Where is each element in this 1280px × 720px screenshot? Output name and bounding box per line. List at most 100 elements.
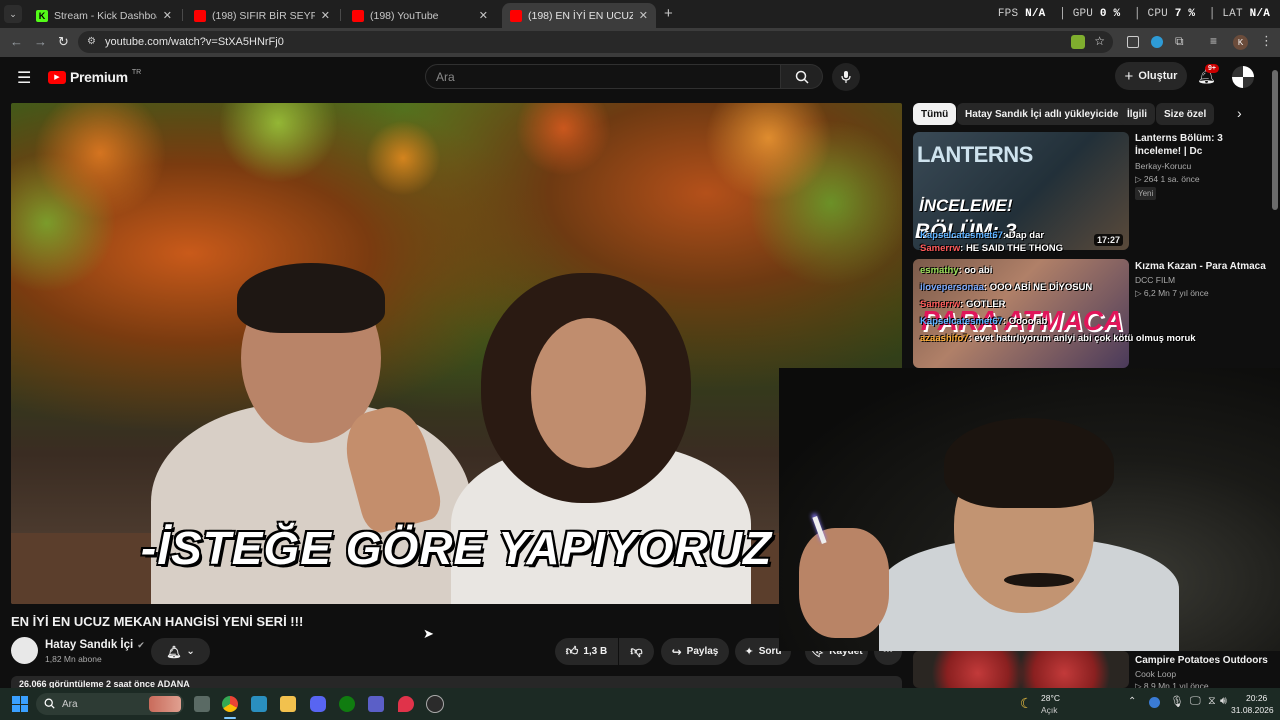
page-scrollbar[interactable] xyxy=(1272,70,1278,210)
notifications-button[interactable]: 🔔︎ 9+ xyxy=(1197,64,1219,86)
close-tab-icon[interactable]: ✕ xyxy=(479,9,488,22)
windows-start-icon[interactable] xyxy=(12,696,28,712)
search-input[interactable]: Ara xyxy=(425,64,781,89)
share-button[interactable]: ↪ Paylaş xyxy=(661,638,729,665)
microphone-icon[interactable]: 🎙︎ xyxy=(1170,695,1184,708)
search-button[interactable] xyxy=(781,64,823,89)
chat-message: Kapselcatesmet67: Oooo ab xyxy=(920,316,1048,327)
voice-search-button[interactable] xyxy=(832,63,860,91)
chip-from-uploader[interactable]: Hatay Sandık İçi adlı yükleyiciden xyxy=(957,103,1133,125)
obs-icon[interactable] xyxy=(427,696,443,712)
windows-taskbar: Ara ☾ 28°C Açık ⌃ 🎙︎ 🖵︎ ⧖ 🔊︎ 20:26 31.08… xyxy=(0,688,1280,720)
person-right-head xyxy=(531,318,646,468)
chevron-right-icon[interactable]: › xyxy=(1237,105,1242,121)
extension-icon[interactable] xyxy=(1151,36,1163,48)
new-tab-button[interactable]: + xyxy=(664,5,673,22)
forward-icon[interactable]: → xyxy=(34,34,47,49)
like-button[interactable]: 👍︎ 1,3 B xyxy=(555,638,618,665)
task-view-icon[interactable] xyxy=(194,696,210,712)
chip-all[interactable]: Tümü xyxy=(913,103,957,125)
bookmark-star-icon[interactable]: ☆ xyxy=(1094,34,1105,48)
network-icon[interactable]: 🖵︎ xyxy=(1190,695,1201,708)
dislike-button[interactable]: 👎︎ xyxy=(619,638,654,665)
close-tab-icon[interactable]: ✕ xyxy=(639,9,648,22)
create-button[interactable]: + Oluştur xyxy=(1115,62,1187,90)
tab-search-button[interactable]: ⌄ xyxy=(4,5,22,23)
extension-icon[interactable] xyxy=(1071,35,1085,49)
tab-title: Stream - Kick Dashboard xyxy=(54,9,157,22)
thumbnail-text: İNCELEME! xyxy=(919,196,1013,215)
file-explorer-icon[interactable] xyxy=(280,696,296,712)
youtube-logo[interactable]: ▶ Premium TR xyxy=(48,69,141,85)
video-player[interactable]: -İSTEĞE GÖRE YAPIYORUZ xyxy=(11,103,902,604)
close-tab-icon[interactable]: ✕ xyxy=(321,9,330,22)
kick-icon: K xyxy=(36,9,48,22)
recommendation-channel[interactable]: Berkay-Korucu xyxy=(1135,160,1191,173)
chevron-up-icon[interactable]: ⌃ xyxy=(1128,696,1136,707)
extension-icon[interactable] xyxy=(1127,36,1139,48)
xbox-icon[interactable] xyxy=(339,696,355,712)
share-arrow-icon: ↪ xyxy=(671,644,682,659)
browser-tab-3[interactable]: (198) YouTube ✕ xyxy=(344,3,496,28)
channel-name[interactable]: Hatay Sandık İçi ✔ xyxy=(45,639,145,651)
subscription-bell-button[interactable]: 🔔︎ ⌄ xyxy=(151,638,210,665)
chevron-down-icon: ⌄ xyxy=(186,646,195,657)
profile-avatar[interactable]: K xyxy=(1233,35,1248,50)
tray-app-icon[interactable] xyxy=(1149,697,1160,708)
youtube-icon xyxy=(352,9,364,22)
plus-icon: + xyxy=(1124,67,1134,85)
sparkle-icon: ✦ xyxy=(744,646,754,658)
logo-text: Premium xyxy=(70,69,128,85)
youtube-header: ☰ ▶ Premium TR Ara + Oluştur 🔔︎ 9+ xyxy=(0,57,1280,97)
channel-avatar[interactable] xyxy=(11,637,38,664)
verified-icon: ✔ xyxy=(137,639,145,650)
browser-tab-strip: ⌄ K Stream - Kick Dashboard ✕ (198) SIFI… xyxy=(0,0,1280,28)
bluetooth-icon[interactable]: ⧖ xyxy=(1208,695,1216,708)
microphone-icon xyxy=(841,71,851,83)
stream-chat-overlay: Kapselcatesmet67: Dap dar Samerrw: HE SA… xyxy=(920,229,1260,345)
reload-icon[interactable]: ↻ xyxy=(58,34,69,50)
browser-tab-4-active[interactable]: (198) EN İYİ EN UCUZ MEKAN H ✕ xyxy=(502,3,656,28)
streamer-hand xyxy=(799,528,889,638)
weather-temp[interactable]: 28°C xyxy=(1041,693,1060,703)
account-avatar[interactable] xyxy=(1232,66,1254,88)
search-icon xyxy=(795,70,809,84)
browser-tab-2[interactable]: (198) SIFIR BİR SEYFİ MÜZİĞİ - Y ✕ xyxy=(186,3,338,28)
recommendation-title[interactable]: Lanterns Bölüm: 3 İnceleme! | Dc xyxy=(1135,132,1270,158)
thumbs-up-icon: 👍︎ xyxy=(565,644,579,658)
extensions-puzzle-icon[interactable]: ⧉ xyxy=(1175,34,1184,49)
clock-date[interactable]: 31.08.2026 xyxy=(1231,705,1274,715)
browser-tab-1[interactable]: K Stream - Kick Dashboard ✕ xyxy=(28,3,180,28)
browser-menu-icon[interactable]: ⋮ xyxy=(1260,33,1273,49)
subscriber-count: 1,82 Mn abone xyxy=(45,654,102,664)
url-text: youtube.com/watch?v=StXA5HNrFj0 xyxy=(105,36,284,48)
chip-for-you[interactable]: Size özel xyxy=(1156,103,1215,125)
chip-related[interactable]: İlgili xyxy=(1119,103,1155,125)
tab-title: (198) EN İYİ EN UCUZ MEKAN H xyxy=(528,9,633,22)
app-icon[interactable] xyxy=(251,696,267,712)
hamburger-menu-icon[interactable]: ☰ xyxy=(17,68,31,88)
recommendation-meta: ▷ 8,9 Mn 1 yıl önce xyxy=(1135,681,1209,688)
close-tab-icon[interactable]: ✕ xyxy=(163,9,172,22)
discord-icon[interactable] xyxy=(310,696,326,712)
performance-overlay: FPS N/A │ GPU 0 % │ CPU 7 % │ LAT N/A xyxy=(997,8,1270,20)
background-plants xyxy=(11,103,902,353)
site-info-icon[interactable]: ⚙ xyxy=(87,36,96,47)
address-bar[interactable]: ⚙ youtube.com/watch?v=StXA5HNrFj0 ☆ xyxy=(78,31,1113,53)
taskbar-search[interactable]: Ara xyxy=(36,693,184,715)
recommendation-thumbnail[interactable] xyxy=(913,651,1129,688)
active-app-indicator xyxy=(224,717,236,719)
media-control-icon[interactable]: ≡ xyxy=(1210,34,1217,48)
video-title: EN İYİ EN UCUZ MEKAN HANGİSİ YENİ SERİ !… xyxy=(11,614,304,629)
teams-icon[interactable] xyxy=(368,696,384,712)
fps-value: N/A xyxy=(1025,8,1046,20)
webcam-overlay xyxy=(779,368,1280,651)
browser-toolbar: ← → ↻ ⚙ youtube.com/watch?v=StXA5HNrFj0 … xyxy=(0,28,1280,57)
back-icon[interactable]: ← xyxy=(10,34,23,49)
volume-icon[interactable]: 🔊︎ xyxy=(1220,695,1227,708)
notification-badge: 9+ xyxy=(1205,64,1219,73)
recommendation-title[interactable]: Campire Potatoes Outdoors xyxy=(1135,654,1270,667)
chrome-icon[interactable] xyxy=(222,696,238,712)
clock-time[interactable]: 20:26 xyxy=(1246,693,1267,703)
app-icon[interactable] xyxy=(398,696,414,712)
